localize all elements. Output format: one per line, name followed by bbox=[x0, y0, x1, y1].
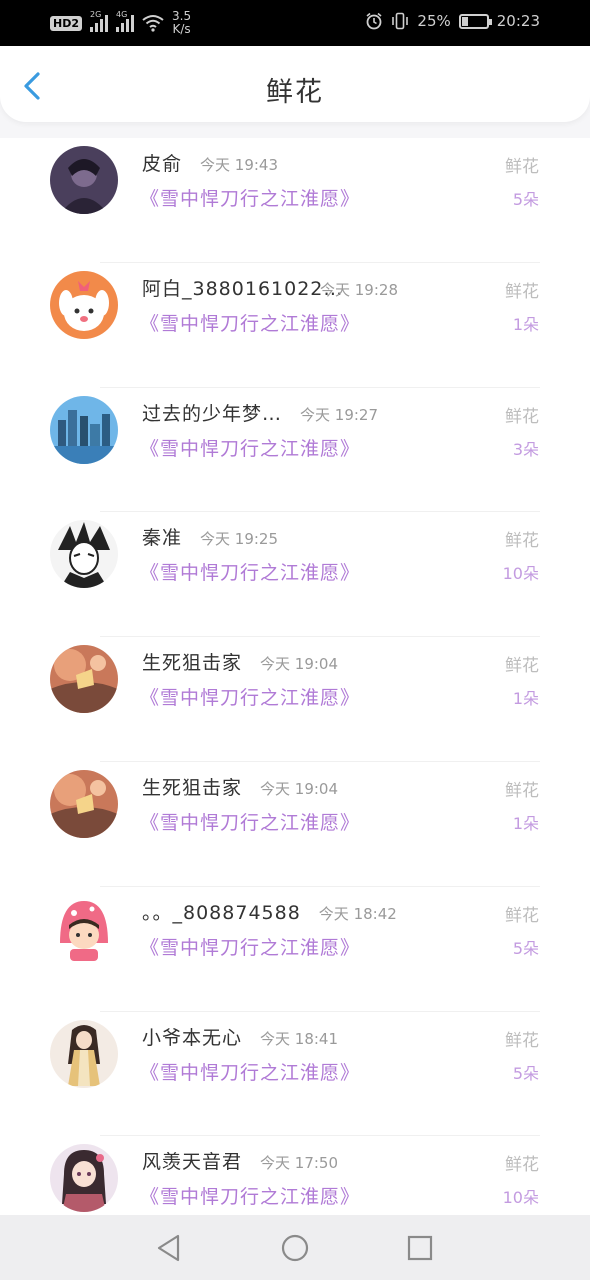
list-item[interactable]: 秦准 今天 19:25 《雪中悍刀行之江淮愿》 鲜花 10朵 bbox=[0, 512, 590, 637]
avatar[interactable] bbox=[50, 645, 118, 714]
gift-count: 1朵 bbox=[512, 813, 539, 833]
gift-type-label: 鲜花 bbox=[505, 780, 539, 801]
sender-name: 过去的少年梦… bbox=[142, 402, 283, 425]
alarm-icon bbox=[366, 12, 382, 30]
clock: 20:23 bbox=[496, 12, 540, 30]
book-title-link[interactable]: 《雪中悍刀行之江淮愿》 bbox=[140, 558, 360, 585]
status-bar: HD2 2G 4G 3.5 K/s 25% 20:23 bbox=[0, 0, 590, 46]
sender-name: 小爷本无心 bbox=[142, 1026, 243, 1049]
sender-name: 秦准 bbox=[142, 527, 183, 550]
avatar[interactable] bbox=[50, 1019, 118, 1088]
list-item[interactable]: 生死狙击家 今天 19:04 《雪中悍刀行之江淮愿》 鲜花 1朵 bbox=[0, 637, 590, 762]
book-title-link[interactable]: 《雪中悍刀行之江淮愿》 bbox=[140, 1058, 360, 1085]
sender-name: 皮俞 bbox=[142, 153, 183, 175]
gift-count: 5朵 bbox=[512, 1063, 539, 1083]
gift-count: 1朵 bbox=[512, 689, 539, 709]
book-title-link[interactable]: 《雪中悍刀行之江淮愿》 bbox=[140, 1182, 360, 1209]
book-title-link[interactable]: 《雪中悍刀行之江淮愿》 bbox=[140, 683, 360, 710]
gift-count: 5朵 bbox=[512, 190, 539, 209]
signal-4g-icon: 4G bbox=[116, 10, 134, 32]
list-item[interactable]: 过去的少年梦… 今天 19:27 《雪中悍刀行之江淮愿》 鲜花 3朵 bbox=[0, 388, 590, 513]
list-item[interactable]: 。。_808874588 今天 18:42 《雪中悍刀行之江淮愿》 鲜花 5朵 bbox=[0, 887, 590, 1012]
gift-count: 3朵 bbox=[512, 439, 539, 459]
signal-2g-icon: 2G bbox=[90, 10, 108, 32]
nav-recents-button[interactable] bbox=[405, 1233, 435, 1263]
sender-name: 。。_808874588 bbox=[142, 901, 301, 924]
gift-type-label: 鲜花 bbox=[505, 406, 539, 427]
wifi-icon bbox=[142, 15, 164, 32]
list-item[interactable]: 皮俞 今天 19:43 《雪中悍刀行之江淮愿》 鲜花 5朵 bbox=[0, 138, 590, 263]
gift-type-label: 鲜花 bbox=[505, 281, 539, 302]
book-title-link[interactable]: 《雪中悍刀行之江淮愿》 bbox=[140, 933, 360, 960]
hd-voice-icon: HD2 bbox=[50, 15, 82, 31]
sender-name: 生死狙击家 bbox=[142, 776, 243, 799]
avatar[interactable] bbox=[50, 395, 118, 464]
send-time: 今天 19:04 bbox=[260, 779, 339, 798]
flower-gift-list: 皮俞 今天 19:43 《雪中悍刀行之江淮愿》 鲜花 5朵 阿白_38801610… bbox=[0, 138, 590, 1215]
system-nav-bar bbox=[0, 1215, 590, 1280]
list-item[interactable]: 阿白_3880161022… 今天 19:28 《雪中悍刀行之江淮愿》 鲜花 1朵 bbox=[0, 263, 590, 388]
gift-type-label: 鲜花 bbox=[505, 656, 539, 677]
book-title-link[interactable]: 《雪中悍刀行之江淮愿》 bbox=[140, 184, 360, 211]
battery-percent: 25% bbox=[417, 12, 451, 30]
send-time: 今天 19:27 bbox=[300, 405, 379, 424]
sender-name: 风羡天音君 bbox=[142, 1151, 243, 1174]
avatar[interactable] bbox=[50, 146, 118, 214]
avatar[interactable] bbox=[50, 520, 118, 589]
gift-type-label: 鲜花 bbox=[505, 905, 539, 926]
gift-type-label: 鲜花 bbox=[505, 1155, 539, 1176]
send-time: 今天 19:43 bbox=[200, 156, 279, 174]
book-title-link[interactable]: 《雪中悍刀行之江淮愿》 bbox=[140, 309, 360, 336]
battery-icon bbox=[458, 13, 492, 29]
avatar[interactable] bbox=[50, 894, 118, 963]
list-item[interactable]: 风羡天音君 今天 17:50 《雪中悍刀行之江淮愿》 鲜花 10朵 bbox=[0, 1136, 590, 1215]
list-item[interactable]: 生死狙击家 今天 19:04 《雪中悍刀行之江淮愿》 鲜花 1朵 bbox=[0, 762, 590, 887]
gift-type-label: 鲜花 bbox=[505, 157, 539, 177]
book-title-link[interactable]: 《雪中悍刀行之江淮愿》 bbox=[140, 808, 360, 835]
book-title-link[interactable]: 《雪中悍刀行之江淮愿》 bbox=[140, 434, 360, 461]
avatar[interactable] bbox=[50, 270, 118, 339]
gift-type-label: 鲜花 bbox=[505, 1030, 539, 1051]
send-time: 今天 18:42 bbox=[318, 904, 397, 923]
header-bar: 鲜花 bbox=[0, 46, 590, 122]
nav-home-button[interactable] bbox=[280, 1233, 310, 1263]
page-title: 鲜花 bbox=[266, 77, 324, 108]
square-recents-icon bbox=[407, 1235, 433, 1261]
status-right: 25% 20:23 bbox=[365, 12, 540, 30]
vibrate-icon bbox=[392, 12, 409, 30]
gift-count: 1朵 bbox=[512, 314, 539, 334]
network-speed: 3.5 K/s bbox=[172, 9, 192, 36]
send-time: 今天 19:04 bbox=[260, 655, 339, 674]
status-left: HD2 2G 4G 3.5 K/s bbox=[50, 10, 191, 36]
gift-count: 5朵 bbox=[512, 938, 539, 958]
gift-count: 10朵 bbox=[502, 1188, 539, 1208]
list-item[interactable]: 小爷本无心 今天 18:41 《雪中悍刀行之江淮愿》 鲜花 5朵 bbox=[0, 1012, 590, 1137]
avatar[interactable] bbox=[50, 1144, 118, 1213]
circle-home-icon bbox=[281, 1234, 309, 1262]
gift-count: 10朵 bbox=[502, 564, 539, 584]
send-time: 今天 19:25 bbox=[200, 530, 279, 549]
gift-type-label: 鲜花 bbox=[505, 531, 539, 552]
send-time: 今天 19:28 bbox=[320, 280, 398, 299]
sender-name: 阿白_3880161022… bbox=[142, 277, 344, 300]
avatar[interactable] bbox=[50, 769, 118, 838]
sender-name: 生死狙击家 bbox=[142, 652, 243, 675]
send-time: 今天 17:50 bbox=[260, 1154, 339, 1173]
triangle-back-icon bbox=[157, 1234, 180, 1262]
send-time: 今天 18:41 bbox=[260, 1029, 339, 1048]
nav-back-button[interactable] bbox=[154, 1233, 184, 1263]
